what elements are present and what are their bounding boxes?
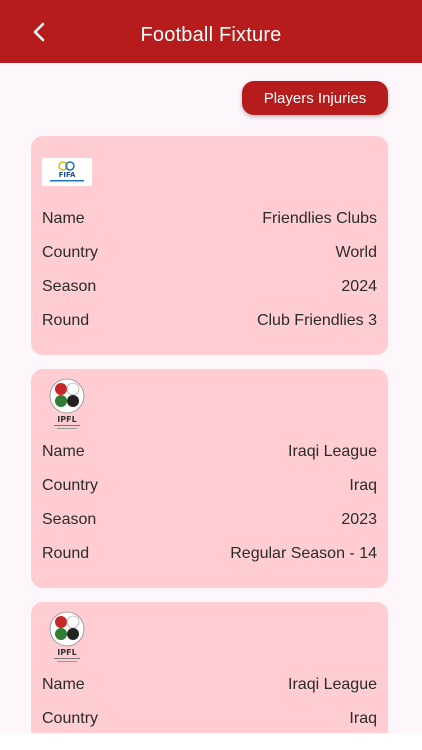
row-label: Name [42, 443, 85, 460]
fifa-logo-icon: FIFA [42, 158, 92, 186]
row-value: World [335, 244, 378, 261]
svg-text:FIFA: FIFA [59, 171, 76, 179]
players-injuries-button[interactable]: Players Injuries [242, 81, 388, 115]
row-label: Round [42, 545, 90, 562]
svg-text:IPFL: IPFL [57, 415, 76, 424]
app-bar: Football Fixture [0, 0, 422, 63]
league-country-row: Country Iraq [42, 475, 377, 497]
row-label: Season [42, 511, 97, 528]
ipfl-logo-icon: IPFL [49, 611, 85, 662]
league-card[interactable]: IPFL Name Iraqi League Country Iraq Seas… [31, 369, 388, 588]
league-card[interactable]: IPFL Name Iraqi League Country Iraq [31, 602, 388, 733]
league-name-row: Name Iraqi League [42, 441, 377, 463]
row-value: 2023 [341, 511, 377, 528]
svg-text:IPFL: IPFL [57, 648, 76, 657]
row-value: Club Friendlies 3 [256, 312, 377, 329]
bottom-edge [0, 733, 422, 750]
ipfl-logo-icon: IPFL [49, 378, 85, 429]
row-value: 2024 [341, 278, 377, 295]
page-title: Football Fixture [140, 24, 282, 46]
league-country-row: Country Iraq [42, 708, 377, 730]
row-value: Iraq [349, 710, 377, 727]
row-value: Friendlies Clubs [262, 210, 377, 227]
row-value: Iraqi League [288, 676, 377, 693]
league-country-row: Country World [42, 242, 377, 264]
league-season-row: Season 2023 [42, 509, 377, 531]
row-value: Regular Season - 14 [230, 545, 377, 562]
row-label: Country [42, 244, 99, 261]
row-label: Country [42, 710, 99, 727]
row-label: Name [42, 676, 85, 693]
league-round-row: Round Club Friendlies 3 [42, 310, 377, 332]
row-label: Season [42, 278, 97, 295]
row-label: Name [42, 210, 85, 227]
league-name-row: Name Friendlies Clubs [42, 208, 377, 230]
league-card[interactable]: FIFA Name Friendlies Clubs Country World… [31, 136, 388, 355]
row-value: Iraqi League [288, 443, 377, 460]
league-round-row: Round Regular Season - 14 [42, 543, 377, 565]
league-name-row: Name Iraqi League [42, 674, 377, 696]
fixture-list[interactable]: Players Injuries FIFA Name Friendlies Cl… [0, 63, 422, 733]
row-label: Country [42, 477, 99, 494]
row-label: Round [42, 312, 90, 329]
row-value: Iraq [349, 477, 377, 494]
league-season-row: Season 2024 [42, 276, 377, 298]
